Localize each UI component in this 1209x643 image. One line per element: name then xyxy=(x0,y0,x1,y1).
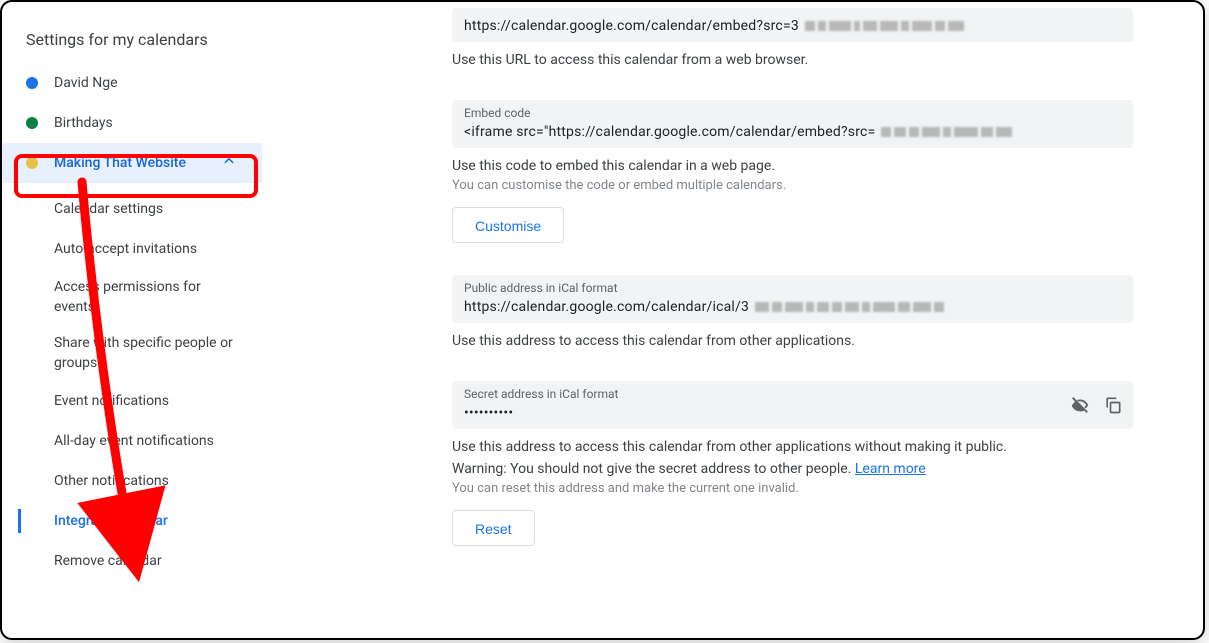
subitem-share-with-specific-people[interactable]: Share with specific people or groups xyxy=(54,325,262,381)
embed-code-hint: Use this code to embed this calendar in … xyxy=(452,158,1133,174)
ical-public-hint: Use this address to access this calendar… xyxy=(452,333,1133,349)
ical-public-value: https://calendar.google.com/calendar/ica… xyxy=(464,299,1121,315)
subitem-other-notifications[interactable]: Other notifications xyxy=(54,461,262,501)
redacted-tail xyxy=(755,302,944,312)
subitem-remove-calendar[interactable]: Remove calendar xyxy=(54,541,262,581)
calendar-subsection-list: Calendar settings Auto-accept invitation… xyxy=(2,183,262,581)
embed-code-field[interactable]: Embed code <iframe src="https://calendar… xyxy=(452,100,1133,148)
sidebar-calendar-birthdays[interactable]: Birthdays xyxy=(2,103,262,143)
calendar-label: Making That Website xyxy=(54,155,220,171)
ical-secret-label: Secret address in iCal format xyxy=(464,387,1121,401)
calendar-color-dot xyxy=(26,157,38,169)
reset-button[interactable]: Reset xyxy=(452,510,535,546)
calendar-label: Birthdays xyxy=(54,115,238,131)
settings-sidebar: Settings for my calendars David Nge Birt… xyxy=(2,2,262,638)
subitem-integrate-calendar[interactable]: Integrate calendar xyxy=(54,501,262,541)
subitem-all-day-event-notifications[interactable]: All-day event notifications xyxy=(54,421,262,461)
calendar-color-dot xyxy=(26,117,38,129)
redacted-tail xyxy=(805,21,964,31)
ical-public-field[interactable]: Public address in iCal format https://ca… xyxy=(452,275,1133,323)
subitem-auto-accept-invitations[interactable]: Auto-accept invitations xyxy=(54,229,262,269)
public-url-hint: Use this URL to access this calendar fro… xyxy=(452,52,1133,68)
subitem-event-notifications[interactable]: Event notifications xyxy=(54,381,262,421)
sidebar-calendar-making-that-website[interactable]: Making That Website xyxy=(2,143,262,183)
calendar-label: David Nge xyxy=(54,75,238,91)
learn-more-link[interactable]: Learn more xyxy=(855,461,926,477)
visibility-off-icon[interactable] xyxy=(1069,394,1091,416)
public-url-field[interactable]: https://calendar.google.com/calendar/emb… xyxy=(452,8,1133,42)
ical-secret-reset-hint: You can reset this address and make the … xyxy=(452,481,1133,496)
ical-secret-warning: Warning: You should not give the secret … xyxy=(452,461,1133,477)
chevron-up-icon xyxy=(220,152,238,174)
subitem-access-permissions[interactable]: Access permissions for events xyxy=(54,269,262,325)
ical-public-label: Public address in iCal format xyxy=(464,281,1121,295)
copy-icon[interactable] xyxy=(1103,395,1123,415)
ical-secret-hint: Use this address to access this calendar… xyxy=(452,439,1133,455)
subitem-calendar-settings[interactable]: Calendar settings xyxy=(54,189,262,229)
customise-button[interactable]: Customise xyxy=(452,207,564,243)
ical-secret-value: •••••••••• xyxy=(464,405,1121,421)
embed-code-label: Embed code xyxy=(464,106,1121,120)
integrate-calendar-panel: https://calendar.google.com/calendar/emb… xyxy=(262,2,1203,638)
calendar-color-dot xyxy=(26,77,38,89)
ical-secret-field[interactable]: Secret address in iCal format •••••••••• xyxy=(452,381,1133,429)
public-url-value: https://calendar.google.com/calendar/emb… xyxy=(464,18,1121,34)
embed-code-value: <iframe src="https://calendar.google.com… xyxy=(464,124,1121,140)
redacted-tail xyxy=(881,127,1012,137)
sidebar-calendar-david-nge[interactable]: David Nge xyxy=(2,63,262,103)
sidebar-heading: Settings for my calendars xyxy=(2,20,262,63)
embed-code-hint-sub: You can customise the code or embed mult… xyxy=(452,178,1133,193)
